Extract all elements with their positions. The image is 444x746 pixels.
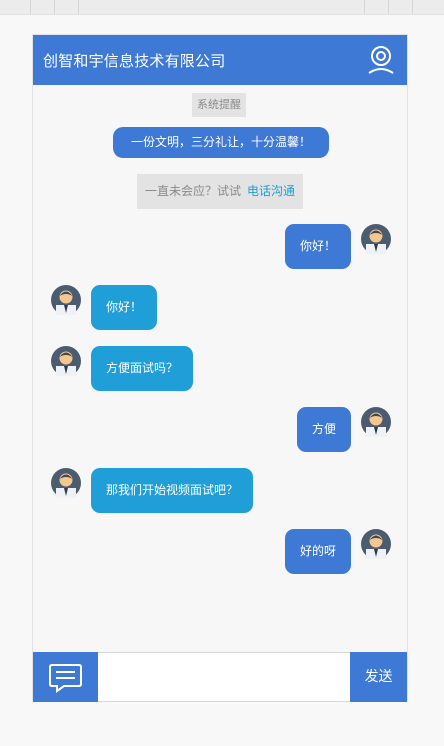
etiquette-notice: 一份文明，三分礼让，十分温馨！: [113, 127, 329, 158]
send-button[interactable]: 发送: [350, 652, 407, 702]
chat-window: 创智和宇信息技术有限公司 系统提醒 一份文明，三分礼让，十分温馨！ 一直未会应？…: [32, 34, 408, 702]
message-bubble-sent: 你好！: [285, 224, 351, 269]
strip-divider: [30, 0, 31, 14]
phone-call-link[interactable]: 电话沟通: [247, 184, 295, 198]
message-icon-button[interactable]: [33, 652, 98, 702]
message-bubble-received: 你好！: [91, 285, 157, 330]
company-title: 创智和宇信息技术有限公司: [43, 52, 226, 70]
avatar-icon: [361, 224, 391, 254]
avatar-icon: [51, 285, 81, 315]
top-strip: [0, 0, 444, 15]
avatar-icon: [51, 346, 81, 376]
message-bubble-sent: 方便: [297, 407, 351, 452]
avatar-icon: [361, 407, 391, 437]
message-bubble-sent: 好的呀: [285, 529, 351, 574]
message-icon: [49, 664, 82, 693]
message-input[interactable]: [98, 652, 350, 702]
user-profile-icon[interactable]: [365, 44, 397, 76]
chat-footer: 发送: [33, 652, 407, 702]
call-prompt: 一直未会应？试试 电话沟通: [137, 174, 303, 209]
strip-divider: [54, 0, 55, 14]
avatar-icon: [361, 529, 391, 559]
system-reminder-label: 系统提醒: [192, 93, 246, 117]
strip-divider: [388, 0, 389, 14]
strip-divider: [78, 0, 79, 14]
message-bubble-received: 那我们开始视频面试吧？: [91, 468, 253, 513]
strip-divider: [364, 0, 365, 14]
chat-header: 创智和宇信息技术有限公司: [33, 35, 407, 85]
avatar-icon: [51, 468, 81, 498]
call-prompt-text: 一直未会应？试试: [144, 184, 241, 198]
strip-divider: [412, 0, 413, 14]
message-bubble-received: 方便面试吗？: [91, 346, 193, 391]
